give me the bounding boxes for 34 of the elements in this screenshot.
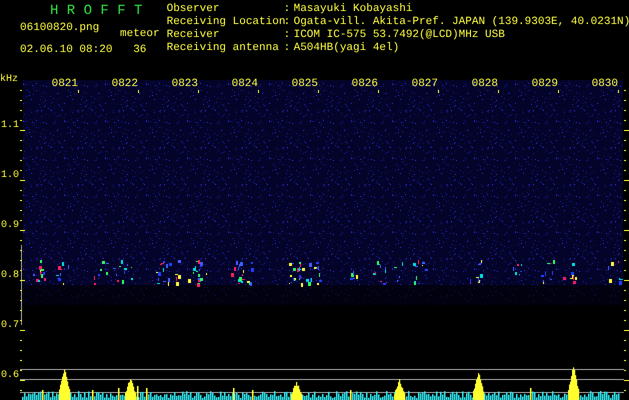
time-label: 0828 — [472, 78, 498, 90]
frequency-label: 1.1 — [0, 120, 20, 132]
time-label: 0821 — [52, 78, 78, 90]
frequency-label: 0.6 — [0, 370, 20, 382]
info-label: Receiving antenna — [166, 42, 280, 55]
time-label: 0824 — [232, 78, 258, 90]
time-label: 0829 — [532, 78, 558, 90]
frequency-label: 1.0 — [0, 170, 20, 182]
info-value: ICOM IC-575 53.7492(@LCD)MHz USB — [294, 29, 505, 42]
time-label: 0830 — [592, 78, 618, 90]
time-label: 0822 — [112, 78, 138, 90]
info-separator: : — [284, 29, 292, 42]
info-separator: : — [284, 3, 292, 16]
timestamp: 02.06.10 08:20 — [20, 44, 114, 57]
frequency-label: 0.8 — [0, 270, 20, 282]
axis-unit: kHz — [0, 74, 20, 86]
info-label: Receiving Location — [166, 16, 284, 29]
info-value: Masayuki Kobayashi — [294, 3, 412, 16]
time-label: 0823 — [172, 78, 198, 90]
time-label: 0827 — [412, 78, 438, 90]
info-separator: : — [284, 42, 292, 55]
info-value: A504HB(yagi 4el) — [294, 42, 400, 55]
time-label: 0826 — [352, 78, 378, 90]
info-separator: : — [284, 16, 292, 29]
file-name: 06100820.png — [20, 22, 100, 35]
info-value: Ogata-vill. Akita-Pref. JAPAN (139.9303E, 40.0231N) — [294, 16, 629, 29]
info-label: Observer — [166, 3, 220, 16]
info-label: Receiver — [166, 29, 220, 42]
time-label: 0825 — [292, 78, 318, 90]
meteor-count: 36 — [133, 44, 146, 57]
meteor-label: meteor — [120, 28, 160, 41]
frequency-label: 0.7 — [0, 320, 20, 332]
frequency-label: 0.9 — [0, 220, 20, 232]
app-title: H R O F F T — [49, 3, 144, 19]
